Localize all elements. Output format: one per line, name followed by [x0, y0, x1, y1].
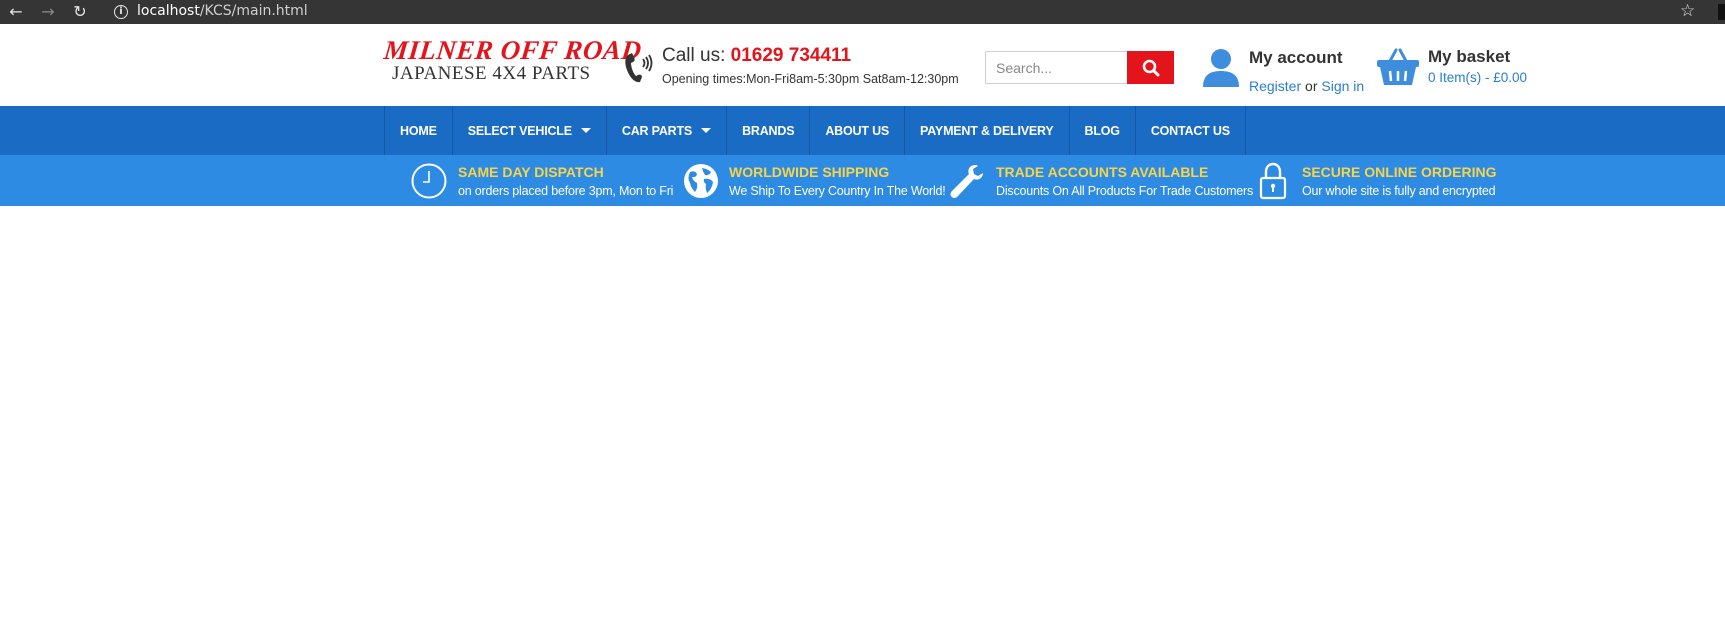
wrench-icon [950, 165, 983, 199]
basket-icon[interactable] [1376, 47, 1420, 87]
feature-title: SECURE ONLINE ORDERING [1302, 164, 1497, 180]
feature-title: WORLDWIDE SHIPPING [729, 164, 890, 180]
window-edge [1718, 4, 1725, 20]
forward-arrow-icon[interactable]: → [38, 2, 58, 22]
back-arrow-icon[interactable]: ← [6, 2, 26, 22]
reload-icon[interactable]: ↻ [70, 2, 90, 22]
nav-item-label: HOME [400, 123, 437, 138]
nav-item-contact-us[interactable]: CONTACT US [1136, 106, 1246, 155]
my-account-title[interactable]: My account [1249, 48, 1343, 68]
nav-item-about-us[interactable]: ABOUT US [810, 106, 906, 155]
nav-item-label: CAR PARTS [621, 123, 693, 138]
star-icon[interactable]: ☆ [1680, 1, 1695, 21]
clock-icon [411, 163, 447, 199]
features-bar: SAME DAY DISPATCH on orders placed befor… [0, 155, 1725, 206]
info-icon[interactable]: i [114, 5, 128, 19]
feature-title: TRADE ACCOUNTS AVAILABLE [996, 164, 1209, 180]
account-links: Register or Sign in [1249, 78, 1364, 94]
url-host: localhost [137, 3, 200, 19]
nav-item-label: PAYMENT & DELIVERY [920, 123, 1054, 138]
signin-link[interactable]: Sign in [1321, 78, 1364, 94]
nav-item-car-parts[interactable]: CAR PARTS [607, 106, 728, 155]
nav-item-payment-delivery[interactable]: PAYMENT & DELIVERY [905, 106, 1070, 155]
nav-item-brands[interactable]: BRANDS [727, 106, 811, 155]
register-link[interactable]: Register [1249, 78, 1301, 94]
caret-down-icon [701, 128, 712, 133]
user-icon[interactable] [1200, 47, 1242, 89]
browser-toolbar: ← → ↻ i localhost/KCS/main.html ☆ [0, 0, 1725, 24]
feature-subtitle: Discounts On All Products For Trade Cust… [996, 184, 1254, 198]
call-label: Call us: [662, 45, 731, 66]
url-text[interactable]: localhost/KCS/main.html [137, 3, 308, 19]
search-button[interactable] [1127, 51, 1174, 84]
site-header [0, 30, 1725, 105]
nav-item-label: ABOUT US [825, 123, 890, 138]
nav-item-label: BLOG [1084, 123, 1121, 138]
nav-item-label: CONTACT US [1150, 123, 1230, 138]
my-basket-title[interactable]: My basket [1428, 47, 1510, 67]
feature-subtitle: Our whole site is fully and encrypted [1302, 184, 1496, 198]
nav-item-label: SELECT VEHICLE [467, 123, 572, 138]
logo-title[interactable]: MILNER OFF ROAD [382, 35, 643, 66]
call-us: Call us: 01629 734411 [662, 45, 851, 67]
nav-item-select-vehicle[interactable]: SELECT VEHICLE [453, 106, 607, 155]
or-text: or [1301, 78, 1322, 94]
opening-times: Opening times:Mon-Fri8am-5:30pm Sat8am-1… [662, 72, 959, 86]
nav-item-label: BRANDS [742, 123, 795, 138]
globe-icon [684, 164, 718, 198]
logo-subtitle[interactable]: JAPANESE 4X4 PARTS [392, 63, 591, 85]
url-path: /KCS/main.html [199, 3, 308, 19]
main-navigation: HOME SELECT VEHICLE CAR PARTS BRANDS ABO… [0, 106, 1725, 155]
phone-icon [625, 53, 653, 83]
nav-menu: HOME SELECT VEHICLE CAR PARTS BRANDS ABO… [384, 106, 1246, 155]
search-icon [1142, 59, 1159, 76]
basket-summary[interactable]: 0 Item(s) - £0.00 [1428, 70, 1527, 85]
caret-down-icon [580, 128, 591, 133]
feature-title: SAME DAY DISPATCH [458, 164, 604, 180]
nav-item-blog[interactable]: BLOG [1070, 106, 1136, 155]
address-bar[interactable]: i localhost/KCS/main.html [104, 0, 1724, 24]
search-input[interactable] [985, 51, 1128, 84]
phone-number[interactable]: 01629 734411 [731, 45, 851, 66]
nav-item-home[interactable]: HOME [385, 106, 453, 155]
feature-subtitle: on orders placed before 3pm, Mon to Fri [458, 184, 674, 198]
padlock-icon [1259, 162, 1287, 200]
feature-subtitle: We Ship To Every Country In The World! [729, 184, 946, 198]
